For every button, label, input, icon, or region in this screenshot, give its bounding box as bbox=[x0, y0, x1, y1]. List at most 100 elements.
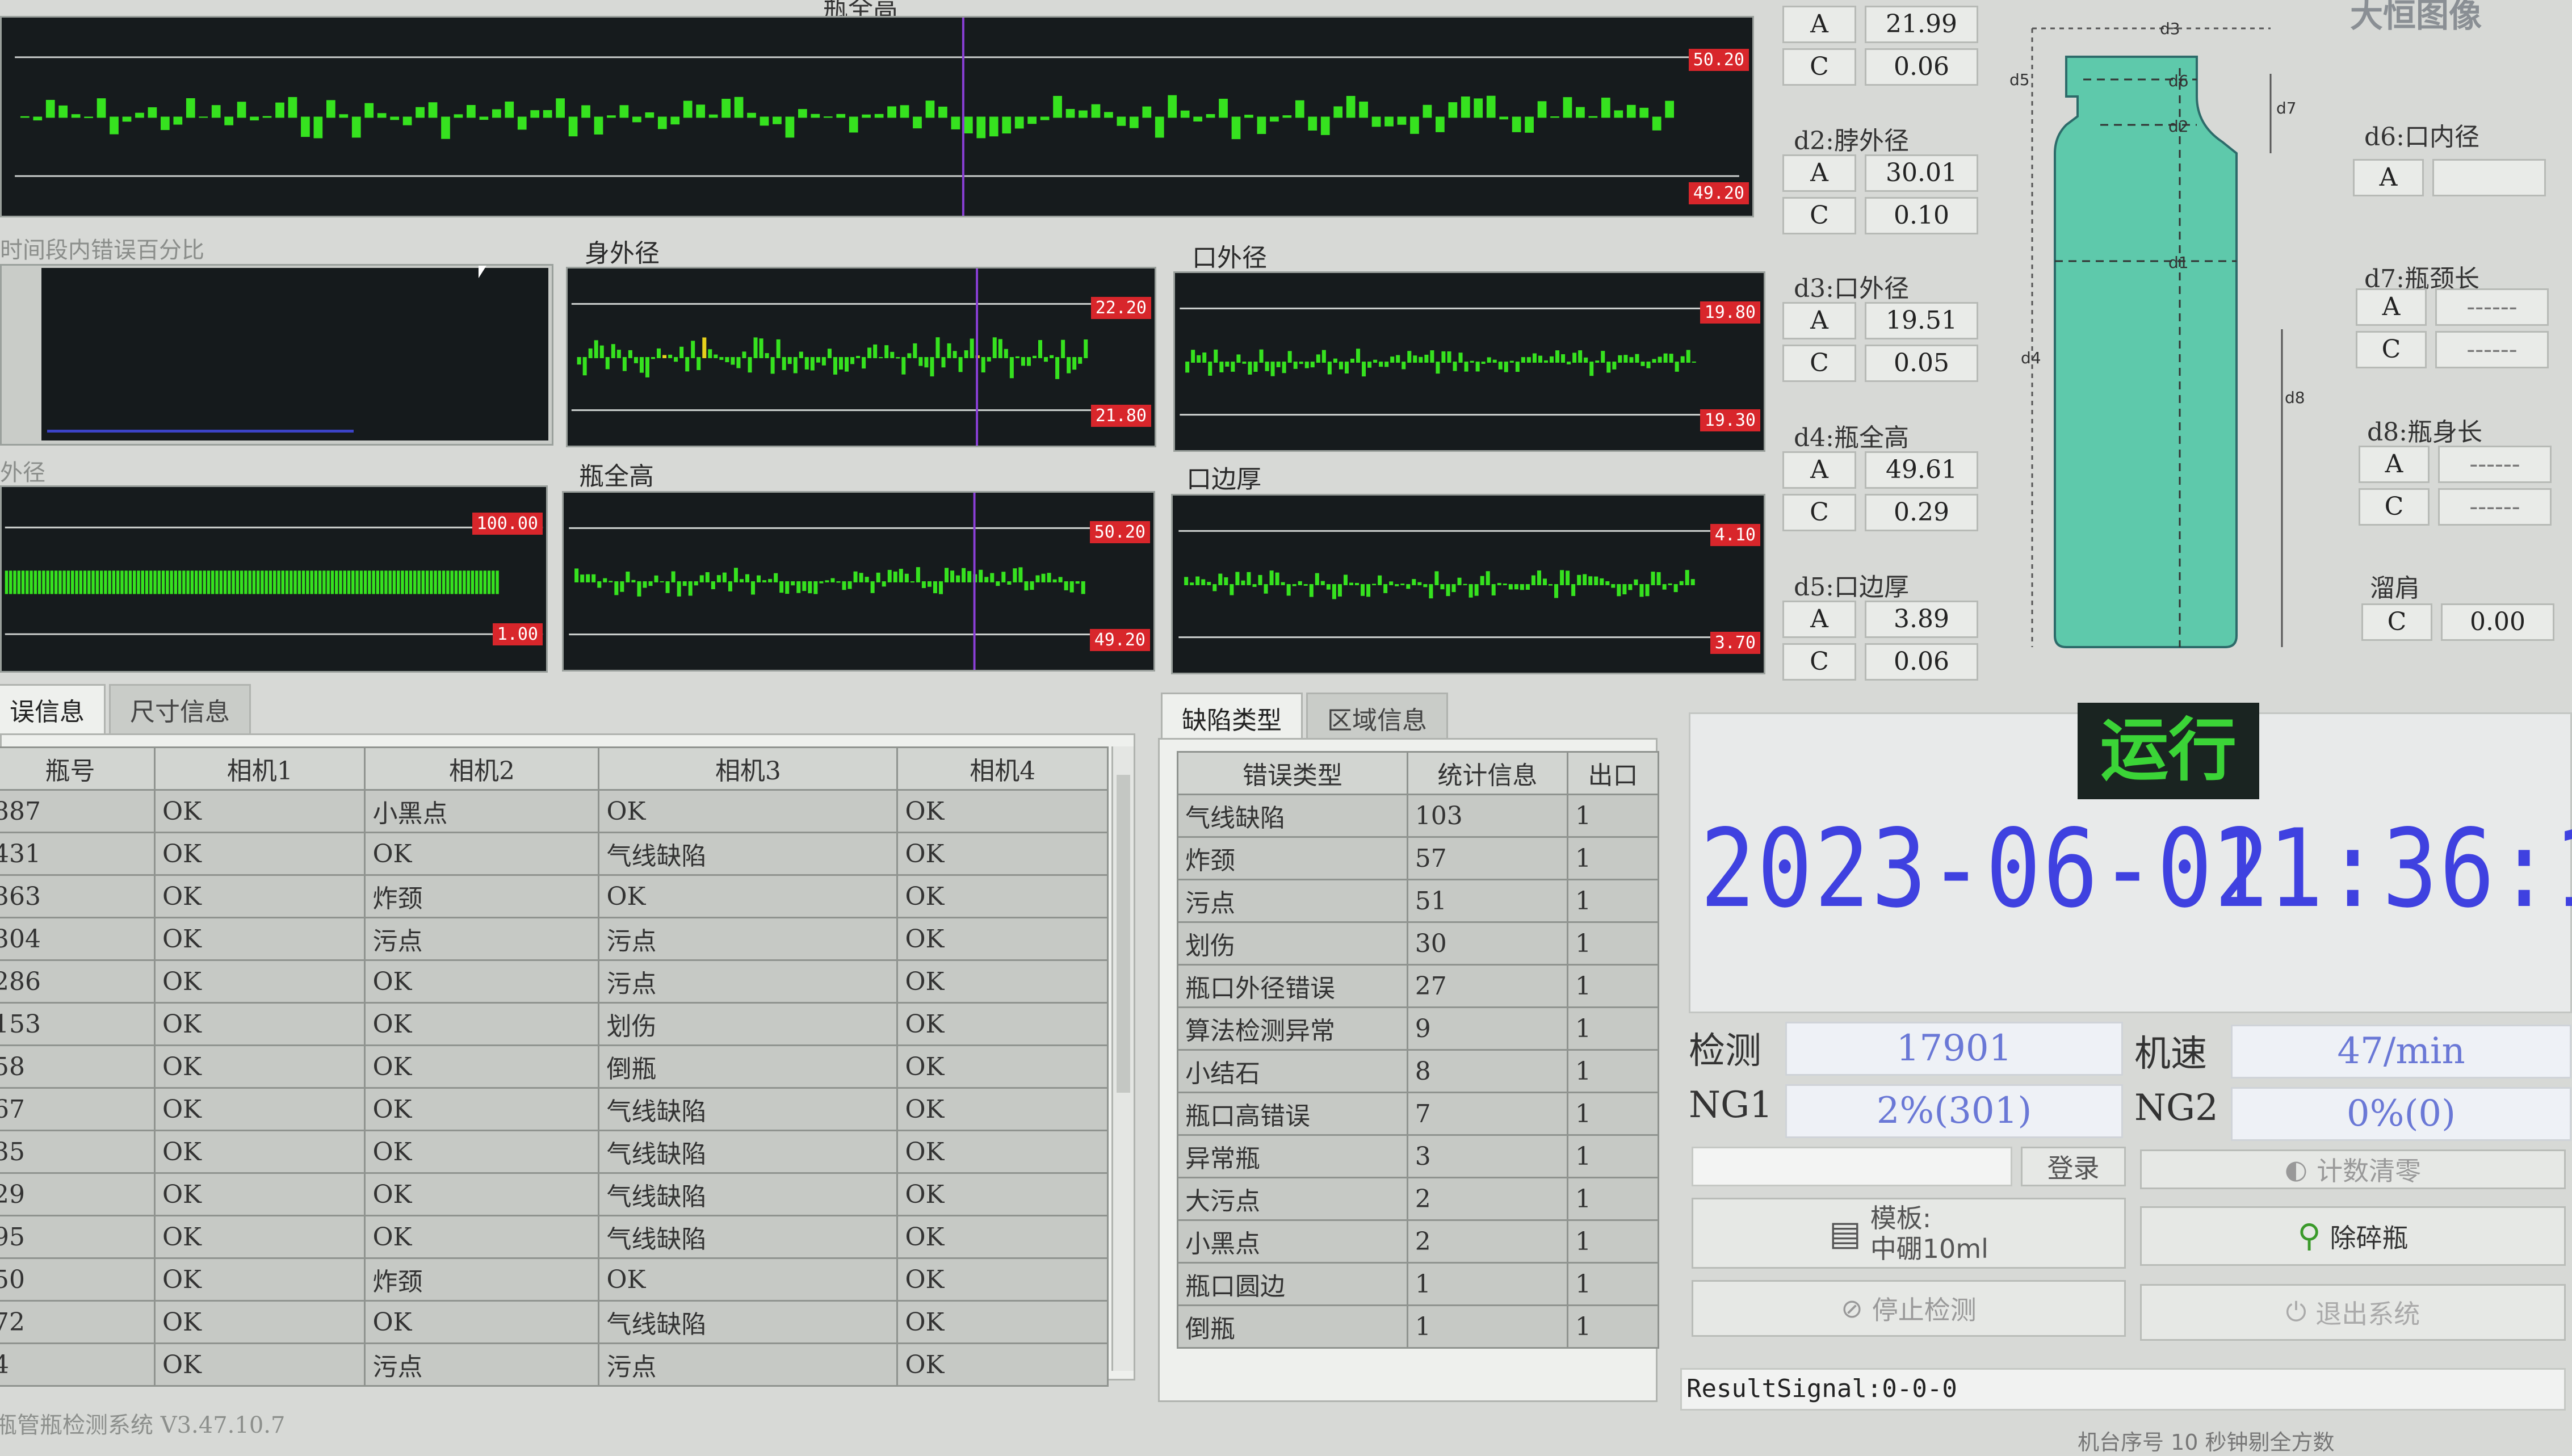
m5-c-key: C bbox=[1782, 643, 1856, 681]
table-row[interactable]: 887 OK 小黑点 OK OK bbox=[0, 789, 1109, 833]
trend-bar bbox=[1617, 584, 1621, 597]
table-row[interactable]: 划伤 30 1 bbox=[1177, 921, 1659, 966]
trend-bar bbox=[1007, 581, 1012, 585]
stop-detect-button[interactable]: ⊘ 停止检测 bbox=[1692, 1280, 2126, 1337]
progress-bar-segment bbox=[54, 570, 58, 594]
remove-broken-button[interactable]: ⚲ 除碎瓶 bbox=[2140, 1206, 2566, 1266]
login-input[interactable] bbox=[1692, 1147, 2012, 1186]
trend-bar bbox=[1253, 362, 1258, 372]
table-row[interactable]: 95 OK OK 气线缺陷 OK bbox=[0, 1215, 1109, 1259]
tab-size-info[interactable]: 尺寸信息 bbox=[109, 684, 251, 735]
table-cell: OK bbox=[153, 1130, 366, 1174]
table-row[interactable]: 瓶口外径错误 27 1 bbox=[1177, 964, 1659, 1008]
trend-bar bbox=[836, 581, 841, 583]
trend-bar bbox=[808, 581, 812, 594]
exit-system-button[interactable]: ⏻ 退出系统 bbox=[2140, 1284, 2566, 1341]
m1-a-key: A bbox=[1782, 6, 1856, 43]
trend-bar bbox=[862, 114, 871, 118]
trend-bar bbox=[1208, 362, 1212, 376]
table-row[interactable]: 304 OK 污点 污点 OK bbox=[0, 917, 1109, 961]
progress-bar-segment bbox=[240, 570, 244, 594]
progress-bar-segment bbox=[141, 570, 144, 594]
table-cell: 污点 bbox=[598, 1342, 899, 1387]
table-cell: 35 bbox=[0, 1130, 156, 1174]
table-row[interactable]: 431 OK OK 气线缺陷 OK bbox=[0, 832, 1109, 876]
trend-bar bbox=[1685, 570, 1689, 585]
table-row[interactable]: 286 OK OK 污点 OK bbox=[0, 959, 1109, 1004]
trend-bar bbox=[1578, 350, 1583, 363]
table-row[interactable]: 异常瓶 3 1 bbox=[1177, 1134, 1659, 1178]
info-tabs: 误信息 尺寸信息 bbox=[0, 684, 254, 735]
trend-bar bbox=[580, 574, 585, 582]
table-row[interactable]: 瓶口高错误 7 1 bbox=[1177, 1092, 1659, 1136]
progress-bar-segment bbox=[463, 570, 466, 594]
table-cell: OK bbox=[153, 1342, 366, 1387]
dt-col-1[interactable]: 统计信息 bbox=[1406, 751, 1569, 795]
trend-bar bbox=[1384, 116, 1394, 127]
trend-bar bbox=[1434, 571, 1439, 585]
tab-error-info[interactable]: 误信息 bbox=[0, 684, 106, 735]
progress-bar-segment bbox=[228, 570, 231, 594]
trend-bar bbox=[591, 574, 596, 582]
chart-mouth-od: 19.80 19.30 bbox=[1173, 271, 1765, 452]
table-row[interactable]: 50 OK 炸颈 OK OK bbox=[0, 1257, 1109, 1302]
table-row[interactable]: 363 OK 炸颈 OK OK bbox=[0, 874, 1109, 918]
table-row[interactable]: 气线缺陷 103 1 bbox=[1177, 794, 1659, 838]
table-row[interactable]: 153 OK OK 划伤 OK bbox=[0, 1002, 1109, 1046]
trend-bar bbox=[1503, 584, 1507, 585]
progress-bar-segment bbox=[79, 570, 82, 594]
table-cell: OK bbox=[896, 1342, 1109, 1387]
table-row[interactable]: 大污点 2 1 bbox=[1177, 1177, 1659, 1221]
table-cell: OK bbox=[153, 874, 366, 918]
trend-bar bbox=[990, 573, 995, 582]
table-row[interactable]: 67 OK OK 气线缺陷 OK bbox=[0, 1087, 1109, 1131]
table-cell: 气线缺陷 bbox=[598, 1215, 899, 1259]
dt-col-0[interactable]: 错误类型 bbox=[1177, 751, 1408, 795]
table-row[interactable]: 72 OK OK 气线缺陷 OK bbox=[0, 1300, 1109, 1344]
defect-percent-panel bbox=[0, 264, 553, 446]
table-row[interactable]: 58 OK OK 倒瓶 OK bbox=[0, 1044, 1109, 1089]
table-row[interactable]: 炸颈 57 1 bbox=[1177, 836, 1659, 880]
progress-bar-segment bbox=[425, 570, 429, 594]
trend-bar bbox=[1275, 572, 1279, 585]
dt-col-2[interactable]: 出口 bbox=[1567, 751, 1659, 795]
stop-detect-label: 停止检测 bbox=[1872, 1295, 1977, 1325]
table-row[interactable]: 瓶口圆边 1 1 bbox=[1177, 1262, 1659, 1306]
tab-defect-type[interactable]: 缺陷类型 bbox=[1161, 693, 1303, 744]
table-cell: OK bbox=[896, 1300, 1109, 1344]
trend-bar bbox=[1504, 362, 1508, 372]
table-row[interactable]: 算法检测异常 9 1 bbox=[1177, 1006, 1659, 1051]
trend-bar bbox=[842, 581, 846, 590]
trend-bar bbox=[416, 107, 425, 118]
reset-count-button[interactable]: ◐ 计数清零 bbox=[2140, 1149, 2566, 1189]
table-row[interactable]: 倒瓶 1 1 bbox=[1177, 1304, 1659, 1349]
login-button[interactable]: 登录 bbox=[2021, 1147, 2126, 1186]
trend-bar bbox=[1640, 362, 1645, 366]
bottle-table-scrollbar[interactable] bbox=[1111, 746, 1134, 1371]
table-cell: 瓶口高错误 bbox=[1177, 1092, 1408, 1136]
trend-bar bbox=[1009, 357, 1014, 379]
table-row[interactable]: 小黑点 2 1 bbox=[1177, 1219, 1659, 1264]
bt-col-4[interactable]: 相机4 bbox=[896, 746, 1109, 791]
progress-bar-segment bbox=[318, 570, 322, 594]
trend-bar bbox=[1193, 116, 1202, 122]
trend-bar bbox=[1372, 584, 1377, 585]
tab-area-info[interactable]: 区域信息 bbox=[1306, 693, 1448, 744]
table-row[interactable]: 小结石 8 1 bbox=[1177, 1049, 1659, 1093]
trend-bar bbox=[798, 109, 807, 118]
bt-col-2[interactable]: 相机2 bbox=[364, 746, 600, 791]
scrollbar-thumb[interactable] bbox=[1117, 775, 1130, 1093]
trend-bar bbox=[1474, 584, 1479, 596]
template-button[interactable]: ▤ 模板: 中硼10ml bbox=[1692, 1198, 2126, 1269]
progress-bar-segment bbox=[50, 570, 54, 594]
bt-col-0[interactable]: 瓶号 bbox=[0, 746, 156, 791]
trend-bar bbox=[979, 569, 983, 582]
bt-col-3[interactable]: 相机3 bbox=[598, 746, 899, 791]
table-cell: 286 bbox=[0, 959, 156, 1004]
table-row[interactable]: 29 OK OK 气线缺陷 OK bbox=[0, 1172, 1109, 1216]
table-row[interactable]: 污点 51 1 bbox=[1177, 879, 1659, 923]
bt-col-1[interactable]: 相机1 bbox=[153, 746, 366, 791]
progress-bar-segment bbox=[492, 570, 495, 594]
table-row[interactable]: 4 OK 污点 污点 OK bbox=[0, 1342, 1109, 1387]
table-row[interactable]: 35 OK OK 气线缺陷 OK bbox=[0, 1130, 1109, 1174]
